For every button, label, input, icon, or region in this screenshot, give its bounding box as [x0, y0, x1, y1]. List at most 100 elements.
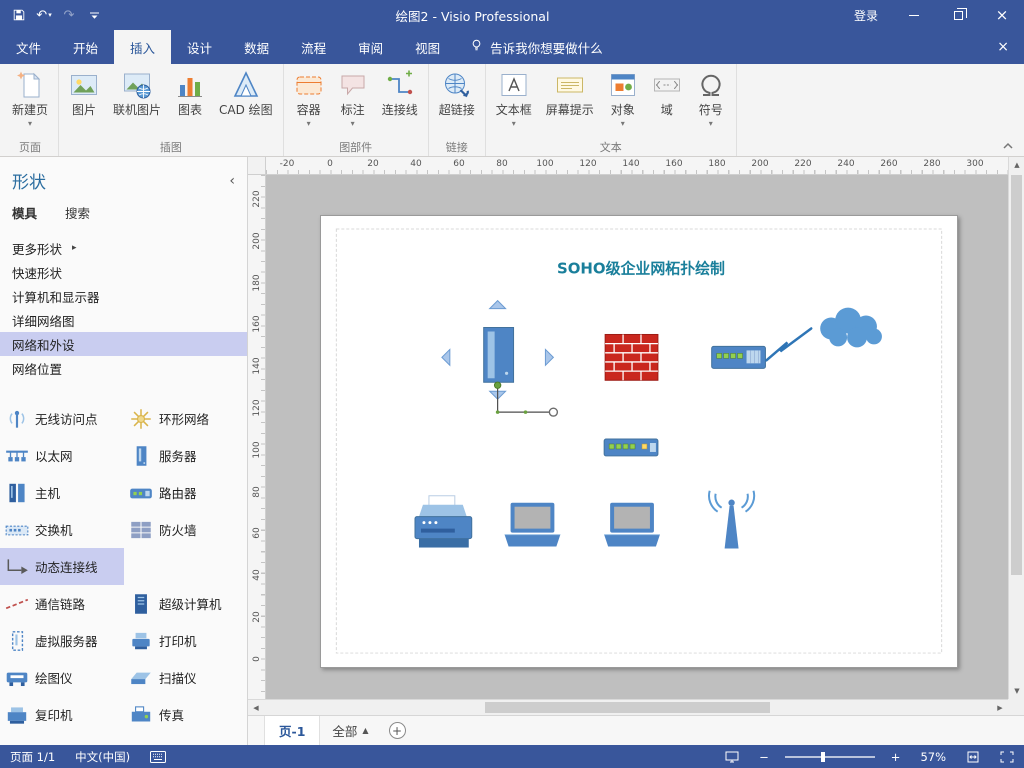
zoom-slider[interactable]: [785, 756, 875, 758]
presentation-mode-icon[interactable]: [715, 745, 749, 768]
all-pages-button[interactable]: 全部 ▲: [320, 721, 380, 740]
close-button[interactable]: ×: [980, 0, 1024, 30]
shape-router[interactable]: [712, 346, 766, 368]
add-page-button[interactable]: +: [389, 722, 406, 739]
stencil-shape-copier[interactable]: 复印机: [0, 696, 124, 733]
stencil-shape-printer[interactable]: 打印机: [124, 622, 248, 659]
keyboard-icon[interactable]: [140, 745, 176, 768]
ribbon-button-newpage[interactable]: 新建页▾: [5, 66, 55, 139]
stencil-shape-ethernet[interactable]: 以太网: [0, 437, 124, 474]
tell-me-box[interactable]: 告诉我你想要做什么: [456, 30, 617, 64]
stencil-link-network-peripherals[interactable]: 网络和外设: [0, 332, 247, 356]
drawing-viewport[interactable]: SOHO级企业网柘扑绘制: [266, 175, 1008, 699]
scroll-left-icon[interactable]: ◀: [248, 700, 264, 716]
panel-tab-search[interactable]: 搜索: [65, 203, 90, 222]
vertical-scroll-thumb[interactable]: [1011, 175, 1022, 575]
shape-cloud[interactable]: [820, 308, 882, 348]
stencil-shape-ring[interactable]: 环形网络: [124, 400, 248, 437]
ribbon-button-cad[interactable]: CAD 绘图: [212, 66, 280, 139]
restore-button[interactable]: [936, 0, 980, 30]
ribbon-button-chart[interactable]: 图表: [168, 66, 212, 139]
zoom-out-button[interactable]: −: [749, 745, 779, 768]
stencil-shape-virtualserver[interactable]: 虚拟服务器: [0, 622, 124, 659]
stencil-shape-server[interactable]: 服务器: [124, 437, 248, 474]
zoom-level[interactable]: 57%: [910, 745, 956, 768]
stencil-link-network-locations[interactable]: 网络位置: [0, 356, 247, 380]
connector-icon: [385, 70, 415, 100]
redo-button[interactable]: ↷: [58, 4, 80, 26]
stencil-shape-switch[interactable]: 交换机: [0, 511, 124, 548]
minimize-icon: [909, 15, 919, 16]
scroll-up-icon[interactable]: ▲: [1009, 157, 1024, 173]
stencil-shape-scanner[interactable]: 扫描仪: [124, 659, 248, 696]
wan-link-line[interactable]: [766, 329, 811, 361]
stencil-shape-plotter[interactable]: 绘图仪: [0, 659, 124, 696]
ribbon-tab-process[interactable]: 流程: [285, 30, 342, 64]
zoom-slider-thumb[interactable]: [821, 752, 825, 762]
ribbon-tab-insert[interactable]: 插入: [114, 30, 171, 64]
ribbon-tab-file[interactable]: 文件: [0, 30, 57, 64]
ribbon-button-hyperlink[interactable]: 超链接: [432, 66, 482, 139]
stencil-link-detailed-network[interactable]: 详细网络图: [0, 308, 247, 332]
shape-laptop-2[interactable]: [604, 503, 660, 547]
shape-printer[interactable]: [415, 496, 472, 548]
page-tab-1[interactable]: 页-1: [264, 716, 320, 745]
ribbon-button-textbox[interactable]: 文本框▾: [489, 66, 539, 139]
stencil-shape-supercomputer[interactable]: 超级计算机: [124, 585, 248, 622]
zoom-in-button[interactable]: +: [881, 745, 911, 768]
stencil-link-more-shapes[interactable]: 更多形状▸: [0, 236, 247, 260]
stencil-link-computers-monitors[interactable]: 计算机和显示器: [0, 284, 247, 308]
language-indicator[interactable]: 中文(中国): [65, 745, 140, 768]
shape-laptop-1[interactable]: [505, 503, 561, 547]
stencil-link-quick-shapes[interactable]: 快速形状: [0, 260, 247, 284]
shape-wireless-antenna[interactable]: [709, 491, 754, 549]
shape-dynamic-connector[interactable]: [494, 382, 557, 416]
page-indicator[interactable]: 页面 1/1: [0, 745, 65, 768]
customize-qat-button[interactable]: [83, 4, 105, 26]
ribbon-button-onlinepicture[interactable]: 联机图片: [106, 66, 168, 139]
ribbon-button-symbol[interactable]: 符号▾: [689, 66, 733, 139]
stencil-shape-commlink[interactable]: 通信链路: [0, 585, 124, 622]
shape-switch[interactable]: [604, 439, 658, 456]
shape-firewall[interactable]: [605, 334, 658, 380]
panel-tab-stencils[interactable]: 模具: [12, 203, 37, 222]
ribbon-button-object[interactable]: 对象▾: [601, 66, 645, 139]
collapse-ribbon-button[interactable]: [1002, 139, 1014, 153]
ribbon-button-callout[interactable]: 标注▾: [331, 66, 375, 139]
vertical-scrollbar[interactable]: ▲ ▼: [1008, 157, 1024, 699]
stencil-shape-fax[interactable]: 传真: [124, 696, 248, 733]
drawing-title-text[interactable]: SOHO级企业网柘扑绘制: [557, 260, 725, 278]
ruler-v-label: 100: [250, 441, 264, 459]
collapse-panel-button[interactable]: ‹: [229, 173, 235, 189]
ribbon-button-connector[interactable]: 连接线: [375, 66, 425, 139]
ribbon-tab-data[interactable]: 数据: [228, 30, 285, 64]
stencil-shape-host[interactable]: 主机: [0, 474, 124, 511]
document-close-button[interactable]: ×: [997, 30, 1009, 64]
save-icon[interactable]: [8, 4, 30, 26]
minimize-button[interactable]: [892, 0, 936, 30]
stencil-shape-wireless[interactable]: 无线访问点: [0, 400, 124, 437]
ribbon-tab-home[interactable]: 开始: [57, 30, 114, 64]
horizontal-scroll-thumb[interactable]: [485, 702, 770, 713]
scroll-right-icon[interactable]: ▶: [992, 700, 1008, 716]
ruler-h-label: 300: [966, 159, 983, 169]
ribbon-button-screentip[interactable]: 屏幕提示: [539, 66, 601, 139]
stencil-shape-dynconn[interactable]: 动态连接线: [0, 548, 124, 585]
shape-server[interactable]: [484, 328, 514, 383]
ribbon-button-picture[interactable]: 图片: [62, 66, 106, 139]
all-pages-caret-icon: ▲: [362, 726, 368, 735]
fit-page-icon[interactable]: [956, 745, 990, 768]
signin-button[interactable]: 登录: [840, 7, 892, 24]
fullscreen-icon[interactable]: [990, 745, 1024, 768]
drawing-page[interactable]: SOHO级企业网柘扑绘制: [320, 215, 958, 668]
ribbon-tab-review[interactable]: 审阅: [342, 30, 399, 64]
stencil-shape-router[interactable]: 路由器: [124, 474, 248, 511]
ribbon-button-container[interactable]: 容器▾: [287, 66, 331, 139]
ribbon-button-field[interactable]: 域: [645, 66, 689, 139]
horizontal-scrollbar[interactable]: ◀ ▶: [248, 699, 1008, 715]
ribbon-tab-design[interactable]: 设计: [171, 30, 228, 64]
scroll-down-icon[interactable]: ▼: [1009, 683, 1024, 699]
stencil-shape-firewall[interactable]: 防火墙: [124, 511, 248, 548]
ribbon-tab-view[interactable]: 视图: [399, 30, 456, 64]
undo-button[interactable]: ↶▾: [33, 4, 55, 26]
